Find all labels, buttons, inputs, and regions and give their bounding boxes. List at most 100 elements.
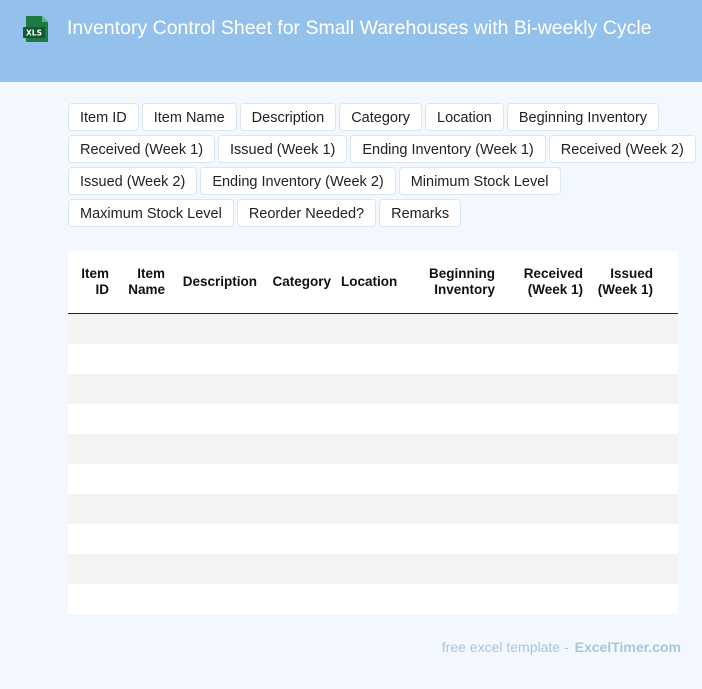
table-cell[interactable] xyxy=(400,313,500,344)
table-cell[interactable] xyxy=(114,313,170,344)
field-chip[interactable]: Description xyxy=(239,103,337,131)
field-chip[interactable]: Reorder Needed? xyxy=(236,199,377,227)
table-cell[interactable] xyxy=(68,433,114,464)
table-cell[interactable] xyxy=(400,493,500,524)
table-cell[interactable] xyxy=(588,493,658,524)
table-cell[interactable] xyxy=(400,433,500,464)
table-cell[interactable] xyxy=(588,583,658,614)
table-cell[interactable] xyxy=(114,583,170,614)
table-cell[interactable] xyxy=(170,523,262,554)
table-cell[interactable] xyxy=(170,493,262,524)
table-cell[interactable] xyxy=(68,523,114,554)
table-cell[interactable] xyxy=(336,523,400,554)
table-cell[interactable] xyxy=(170,313,262,344)
table-cell[interactable] xyxy=(262,403,336,434)
table-cell[interactable] xyxy=(658,373,678,404)
table-cell[interactable] xyxy=(588,313,658,344)
table-cell[interactable] xyxy=(114,433,170,464)
table-cell[interactable] xyxy=(400,463,500,494)
table-cell[interactable] xyxy=(658,583,678,614)
table-cell[interactable] xyxy=(658,313,678,344)
table-cell[interactable] xyxy=(262,463,336,494)
field-chip[interactable]: Received (Week 2) xyxy=(548,135,696,163)
table-cell[interactable] xyxy=(336,343,400,374)
field-chip[interactable]: Issued (Week 2) xyxy=(68,167,198,195)
table-cell[interactable] xyxy=(114,373,170,404)
table-cell[interactable] xyxy=(500,313,588,344)
field-chip[interactable]: Beginning Inventory xyxy=(506,103,660,131)
table-cell[interactable] xyxy=(170,433,262,464)
table-cell[interactable] xyxy=(400,403,500,434)
table-cell[interactable] xyxy=(68,493,114,524)
table-cell[interactable] xyxy=(400,553,500,584)
table-cell[interactable] xyxy=(588,463,658,494)
table-cell[interactable] xyxy=(68,403,114,434)
field-chip[interactable]: Ending Inventory (Week 2) xyxy=(200,167,396,195)
table-cell[interactable] xyxy=(170,343,262,374)
field-chip[interactable]: Ending Inventory (Week 1) xyxy=(350,135,546,163)
table-cell[interactable] xyxy=(336,313,400,344)
field-chip[interactable]: Remarks xyxy=(379,199,462,227)
table-cell[interactable] xyxy=(262,313,336,344)
table-cell[interactable] xyxy=(588,343,658,374)
inventory-table-container[interactable]: Item ID Item Name Description Category Locat… xyxy=(68,251,678,614)
table-cell[interactable] xyxy=(68,463,114,494)
table-cell[interactable] xyxy=(68,343,114,374)
table-cell[interactable] xyxy=(658,343,678,374)
table-cell[interactable] xyxy=(588,433,658,464)
field-chip[interactable]: Minimum Stock Level xyxy=(398,167,561,195)
table-cell[interactable] xyxy=(658,433,678,464)
table-cell[interactable] xyxy=(262,583,336,614)
table-cell[interactable] xyxy=(336,493,400,524)
table-cell[interactable] xyxy=(262,433,336,464)
table-cell[interactable] xyxy=(658,493,678,524)
table-cell[interactable] xyxy=(170,403,262,434)
table-cell[interactable] xyxy=(658,463,678,494)
table-cell[interactable] xyxy=(400,583,500,614)
table-cell[interactable] xyxy=(170,553,262,584)
table-cell[interactable] xyxy=(336,583,400,614)
table-cell[interactable] xyxy=(588,373,658,404)
table-cell[interactable] xyxy=(262,523,336,554)
table-cell[interactable] xyxy=(588,553,658,584)
table-cell[interactable] xyxy=(400,373,500,404)
table-cell[interactable] xyxy=(500,493,588,524)
table-cell[interactable] xyxy=(336,433,400,464)
table-cell[interactable] xyxy=(262,553,336,584)
table-cell[interactable] xyxy=(658,403,678,434)
field-chip[interactable]: Category xyxy=(339,103,423,131)
field-chip[interactable]: Received (Week 1) xyxy=(68,135,216,163)
table-cell[interactable] xyxy=(170,373,262,404)
table-cell[interactable] xyxy=(262,493,336,524)
footer-brand-link[interactable]: ExcelTimer.com xyxy=(575,639,681,655)
table-cell[interactable] xyxy=(400,343,500,374)
table-cell[interactable] xyxy=(658,523,678,554)
table-cell[interactable] xyxy=(588,403,658,434)
table-cell[interactable] xyxy=(658,553,678,584)
table-cell[interactable] xyxy=(114,493,170,524)
table-cell[interactable] xyxy=(500,553,588,584)
table-cell[interactable] xyxy=(336,373,400,404)
table-cell[interactable] xyxy=(68,583,114,614)
table-cell[interactable] xyxy=(500,463,588,494)
table-cell[interactable] xyxy=(114,523,170,554)
table-cell[interactable] xyxy=(114,403,170,434)
table-cell[interactable] xyxy=(500,583,588,614)
table-cell[interactable] xyxy=(336,403,400,434)
table-cell[interactable] xyxy=(68,313,114,344)
table-cell[interactable] xyxy=(500,373,588,404)
field-chip[interactable]: Item Name xyxy=(141,103,237,131)
table-cell[interactable] xyxy=(170,583,262,614)
field-chip[interactable]: Maximum Stock Level xyxy=(68,199,234,227)
table-cell[interactable] xyxy=(114,343,170,374)
field-chip[interactable]: Issued (Week 1) xyxy=(218,135,348,163)
table-cell[interactable] xyxy=(500,403,588,434)
table-cell[interactable] xyxy=(336,463,400,494)
table-cell[interactable] xyxy=(500,523,588,554)
table-cell[interactable] xyxy=(68,373,114,404)
table-cell[interactable] xyxy=(336,553,400,584)
table-cell[interactable] xyxy=(170,463,262,494)
table-cell[interactable] xyxy=(400,523,500,554)
table-cell[interactable] xyxy=(68,553,114,584)
table-cell[interactable] xyxy=(262,343,336,374)
